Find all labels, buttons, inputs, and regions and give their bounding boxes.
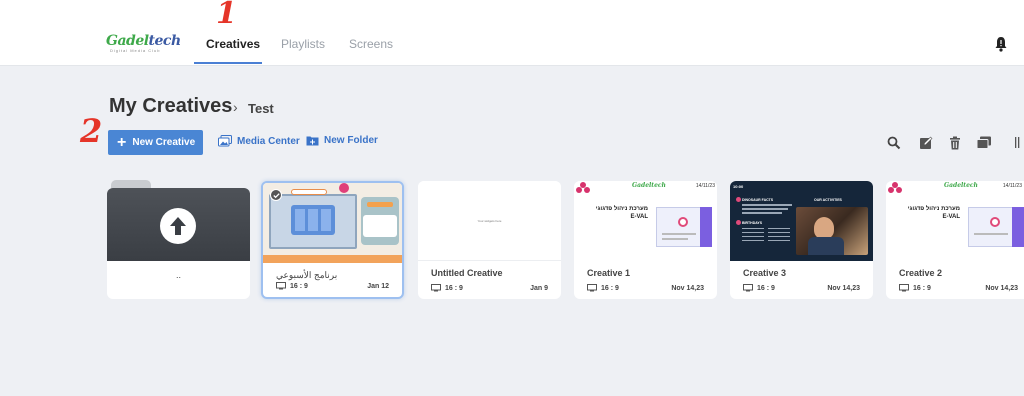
new-creative-button[interactable]: + New Creative [108, 130, 203, 155]
creative-ratio: 16 : 9 [445, 284, 463, 292]
creative-ratio: 16 : 9 [757, 284, 775, 292]
creative-thumbnail: 10:00 DINOSAUR FACTS OUR ACTIVITIES BIRT… [730, 181, 873, 261]
arrow-up-icon[interactable] [160, 208, 196, 244]
tab-playlists[interactable]: Playlists [281, 37, 325, 51]
media-center-icon [218, 135, 232, 147]
thumb-title-2: E-VAL [630, 214, 648, 220]
thumb-logo-mark [576, 182, 590, 196]
creative-thumbnail [263, 183, 402, 263]
monitor-icon [431, 284, 441, 292]
creative-name: برنامج الأسبوعي [276, 270, 338, 280]
thumb-logo-mark [888, 182, 902, 196]
creative-card-0[interactable]: برنامج الأسبوعي 16 : 9 Jan 12 [261, 181, 404, 299]
monitor-icon [276, 282, 286, 290]
creative-card-1[interactable]: Your widgets here Untitled Creative 16 :… [418, 181, 561, 299]
thumb-brand: Gadeltech [944, 182, 978, 189]
creative-date: Nov 14,23 [985, 284, 1018, 292]
creative-card-2[interactable]: Gadeltech 14/11/23 מערכת ניהול פדגוגי E-… [574, 181, 717, 299]
thumb-title: מערכת ניהול פדגוגי [907, 206, 960, 212]
page-title[interactable]: My Creatives [109, 95, 232, 118]
creative-ratio: 16 : 9 [601, 284, 619, 292]
creative-name: Creative 1 [587, 268, 631, 278]
search-icon[interactable] [886, 135, 902, 151]
new-creative-label: New Creative [132, 137, 196, 148]
creative-thumbnail: Gadeltech 14/11/23 מערכת ניהול פדגוגי E-… [886, 181, 1024, 261]
thumb-heading: DINOSAUR FACTS [742, 198, 774, 202]
tab-creatives[interactable]: Creatives [206, 37, 260, 51]
monitor-icon [587, 284, 597, 292]
top-bar: Gadeltech Digital Media Club Creatives P… [0, 0, 1024, 66]
tab-screens[interactable]: Screens [349, 37, 393, 51]
creative-date: Nov 14,23 [827, 284, 860, 292]
trash-icon[interactable] [947, 135, 963, 151]
creative-ratio: 16 : 9 [290, 282, 308, 290]
monitor-icon [743, 284, 753, 292]
creative-meta: 16 : 9 Nov 14,23 [587, 284, 704, 292]
thumb-placeholder-text: Your widgets here [477, 219, 502, 223]
annotation-two: 2 [80, 112, 103, 150]
creative-ratio: 16 : 9 [913, 284, 931, 292]
creative-name: Creative 3 [743, 268, 787, 278]
notification-bell-icon[interactable] [994, 36, 1008, 52]
selected-check-icon[interactable] [270, 189, 282, 201]
creative-thumbnail: Your widgets here [418, 181, 561, 261]
thumb-title-2: E-VAL [942, 214, 960, 220]
monitor-icon [899, 284, 909, 292]
logo-tagline: Digital Media Club [110, 48, 161, 53]
thumb-brand: Gadeltech [632, 182, 666, 189]
gadeltech-logo[interactable]: Gadeltech Digital Media Club [106, 32, 181, 56]
creative-meta: 16 : 9 Nov 14,23 [743, 284, 860, 292]
creative-date: Nov 14,23 [671, 284, 704, 292]
edit-icon[interactable] [918, 135, 934, 151]
creative-meta: 16 : 9 Jan 9 [431, 284, 548, 292]
active-tab-indicator [194, 62, 262, 64]
creative-meta: 16 : 9 Jan 12 [276, 282, 389, 290]
new-folder-label: New Folder [324, 135, 378, 146]
creative-name: Creative 2 [899, 268, 943, 278]
media-center-button[interactable]: Media Center [218, 135, 300, 147]
thumb-date: 14/11/23 [1002, 183, 1022, 189]
creative-thumbnail: Gadeltech 14/11/23 מערכת ניהול פדגוגי E-… [574, 181, 717, 261]
media-center-label: Media Center [237, 135, 300, 147]
new-folder-button[interactable]: New Folder [306, 135, 378, 146]
parent-folder-card[interactable]: .. [107, 180, 250, 299]
thumb-title: מערכת ניהול פדגוגי [595, 206, 648, 212]
logo-brand-b: tech [148, 33, 182, 49]
creative-date: Jan 9 [530, 284, 548, 292]
folder-body: .. [107, 188, 250, 299]
creative-date: Jan 12 [367, 282, 389, 290]
thumb-heading-2: OUR ACTIVITIES [814, 198, 842, 202]
new-folder-icon [306, 136, 319, 146]
annotation-one: 1 [216, 0, 237, 31]
folder-preview [107, 188, 250, 261]
thumb-date: 14/11/23 [695, 183, 715, 189]
breadcrumb-separator: › [233, 99, 238, 115]
sort-icon[interactable] [1013, 135, 1024, 151]
thumb-section: BIRTHDAYS [742, 221, 763, 225]
thumb-time: 10:00 [733, 184, 744, 189]
creative-card-3[interactable]: 10:00 DINOSAUR FACTS OUR ACTIVITIES BIRT… [730, 181, 873, 299]
creative-meta: 16 : 9 Nov 14,23 [899, 284, 1018, 292]
folder-label: .. [175, 270, 181, 280]
creative-name: Untitled Creative [431, 268, 503, 278]
logo-brand-a: Gadel [106, 33, 149, 49]
duplicate-icon[interactable] [976, 135, 992, 151]
breadcrumb-current: Test [248, 101, 274, 116]
creative-card-4[interactable]: Gadeltech 14/11/23 מערכת ניהול פדגוגי E-… [886, 181, 1024, 299]
plus-icon: + [117, 133, 127, 151]
